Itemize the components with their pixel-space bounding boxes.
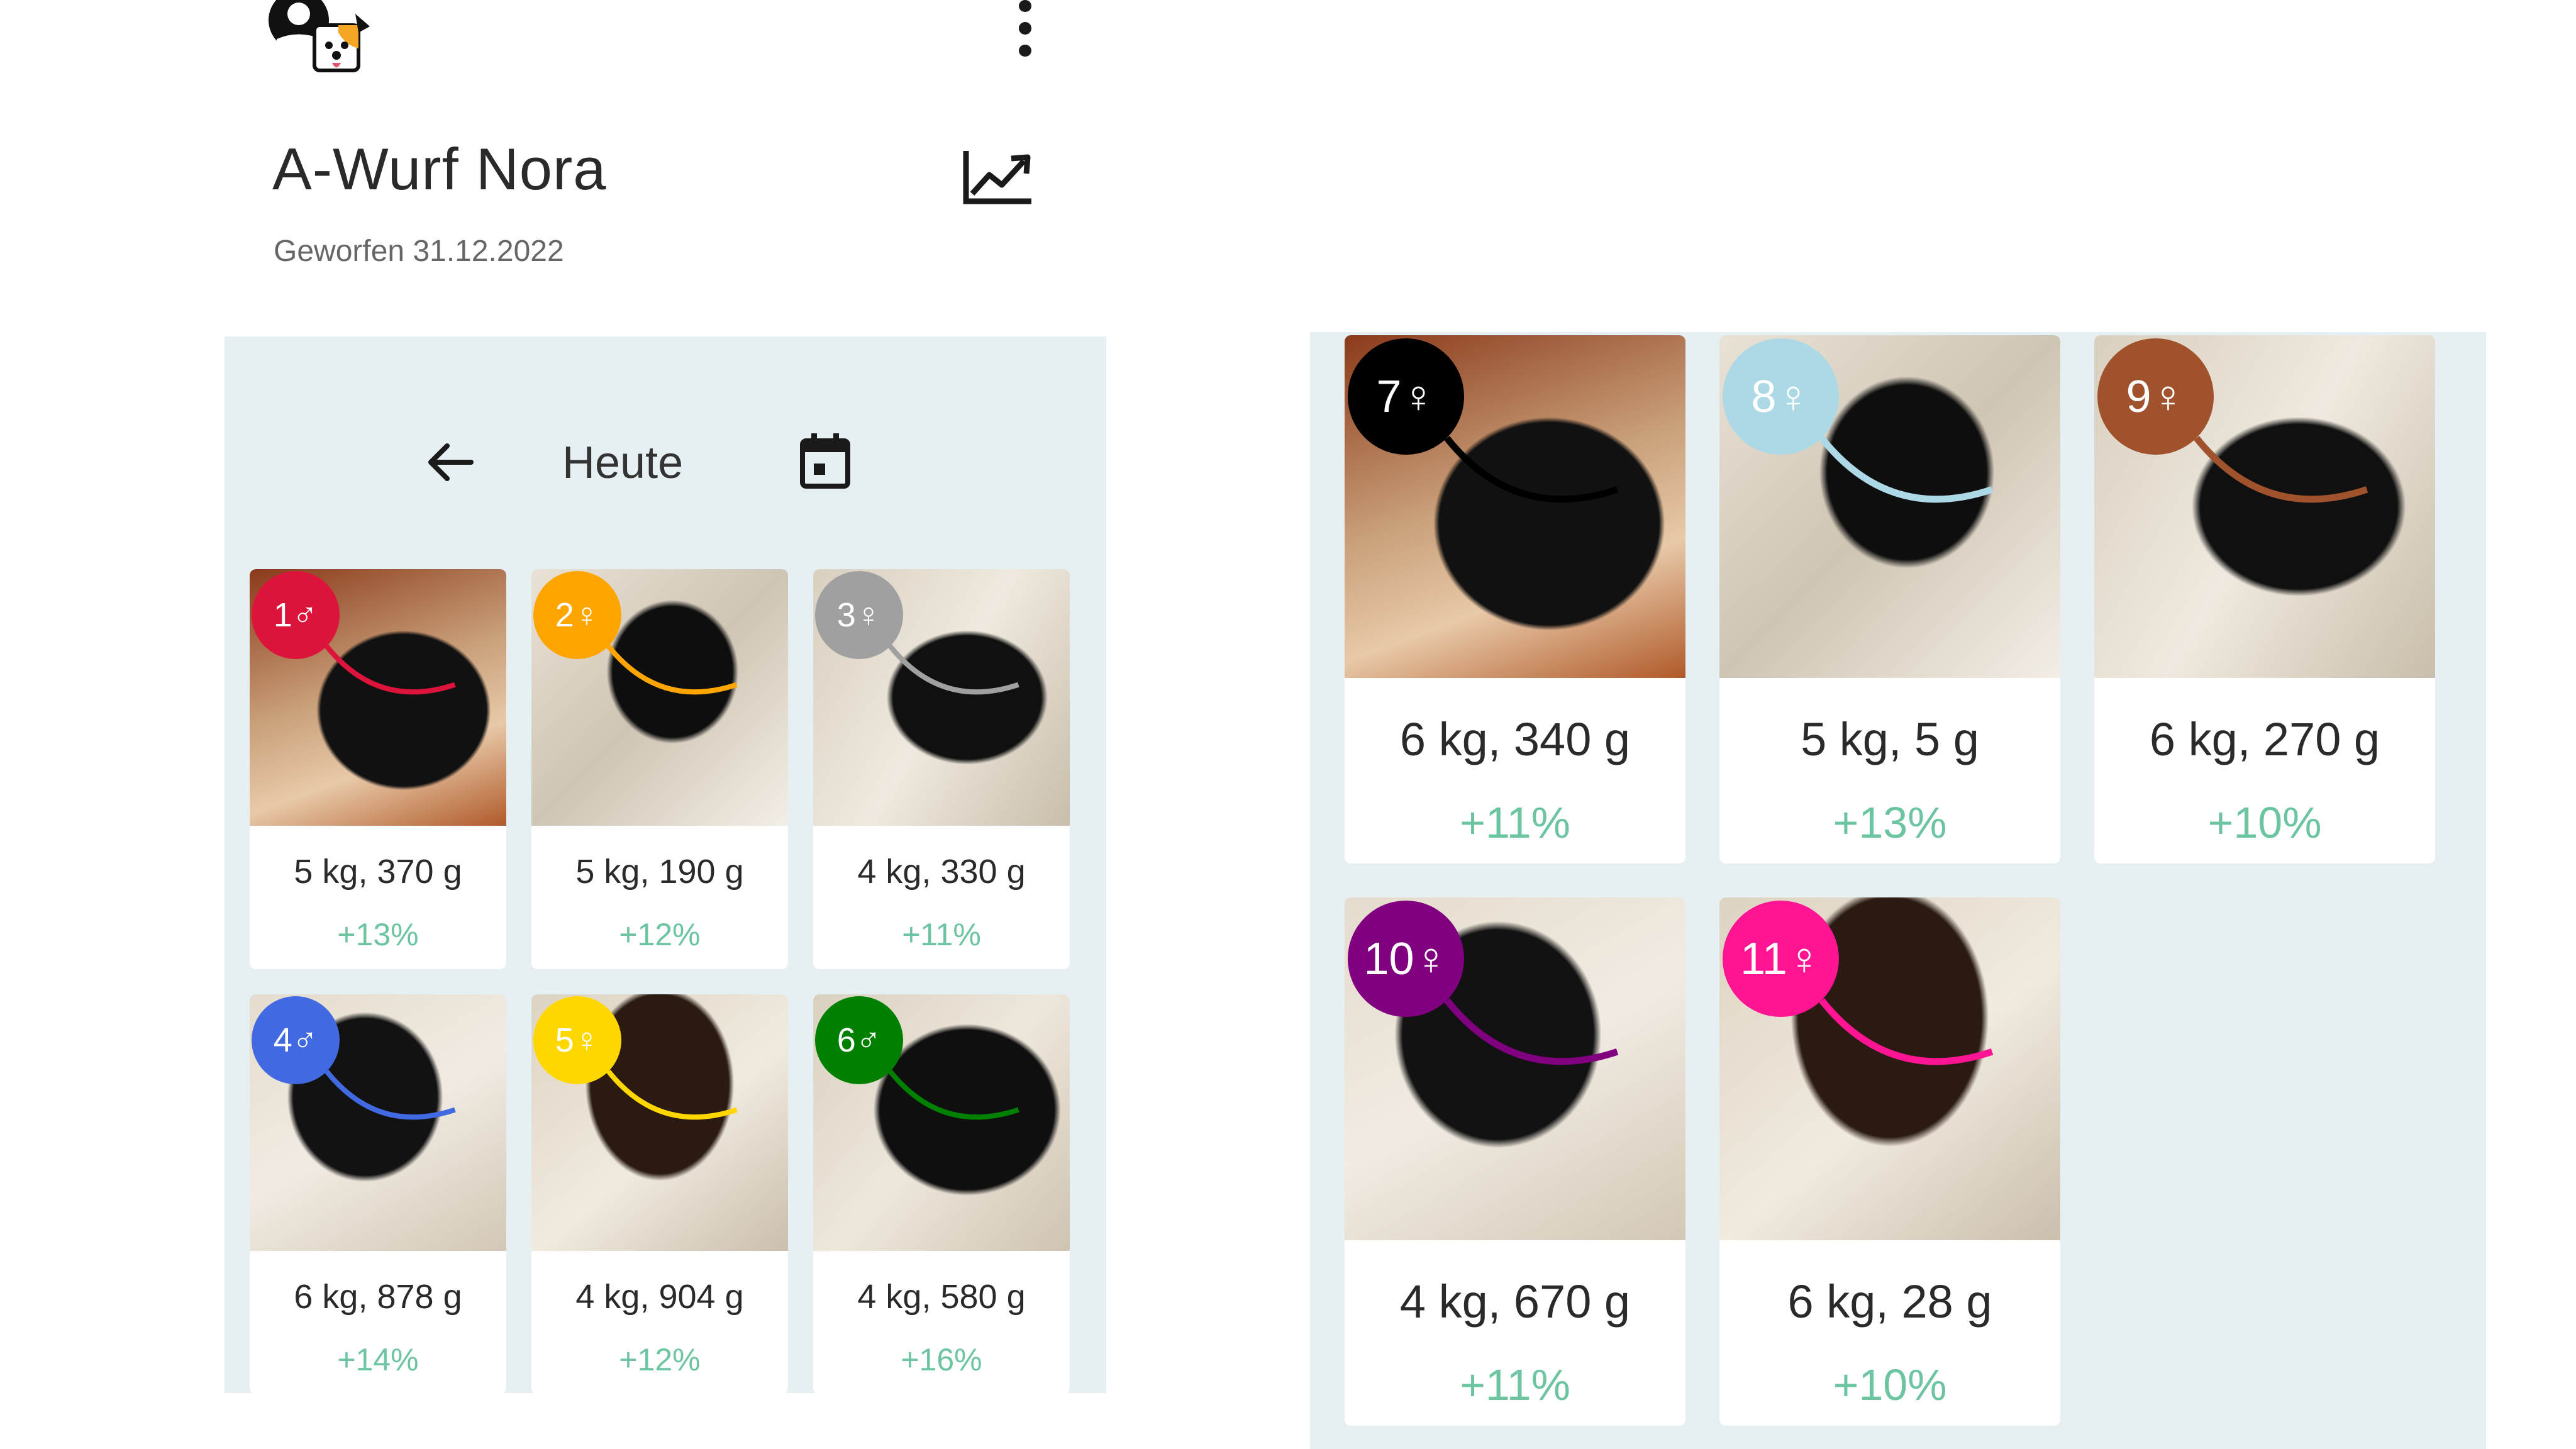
more-vert-icon-dot: [1019, 44, 1031, 57]
statistics-chart-button[interactable]: [961, 146, 1036, 209]
more-vert-icon-dot: [1019, 22, 1031, 35]
weight-change-percent: +10%: [1833, 1360, 1947, 1409]
puppy-number-badge: 10♀: [1348, 901, 1464, 1017]
puppy-number-badge: 6♂: [815, 996, 903, 1084]
calendar-icon: [800, 433, 850, 489]
weight-change-percent: +16%: [901, 1342, 982, 1377]
previous-date-button[interactable]: [419, 431, 482, 494]
puppy-weight: 6 kg, 340 g: [1399, 713, 1631, 765]
puppy-photo: 5♀: [531, 994, 788, 1251]
puppy-card[interactable]: 10♀ 4 kg, 670 g +11%: [1345, 897, 1685, 1426]
puppy-photo: 7♀: [1345, 335, 1685, 678]
puppy-card[interactable]: 1♂ 5 kg, 370 g +13%: [250, 569, 506, 969]
puppy-number-badge: 3♀: [815, 571, 903, 659]
puppy-weight: 6 kg, 270 g: [2149, 713, 2380, 765]
weight-change-percent: +11%: [902, 917, 981, 952]
puppy-number-badge: 11♀: [1723, 901, 1839, 1017]
puppy-photo: 1♂: [250, 569, 506, 826]
puppy-weight: 6 kg, 878 g: [294, 1278, 462, 1316]
weight-change-percent: +11%: [1460, 1360, 1570, 1409]
puppy-number-badge: 2♀: [533, 571, 621, 659]
puppy-weights-panel-expanded: 7♀ 6 kg, 340 g +11% 8♀ 5 kg, 5 g +13% 9♀ 6 kg, …: [1310, 332, 2486, 1449]
puppy-weight: 5 kg, 370 g: [294, 853, 462, 891]
puppy-card[interactable]: 7♀ 6 kg, 340 g +11%: [1345, 335, 1685, 863]
puppy-card[interactable]: 11♀ 6 kg, 28 g +10%: [1719, 897, 2060, 1426]
puppy-number-badge: 1♂: [252, 571, 340, 659]
weight-change-percent: +10%: [2207, 798, 2322, 847]
birth-date-subtitle: Geworfen 31.12.2022: [274, 235, 564, 268]
trending-up-chart-icon: [963, 151, 1031, 204]
page-title: A-Wurf Nora: [272, 136, 607, 202]
puppy-card[interactable]: 6♂ 4 kg, 580 g +16%: [813, 994, 1070, 1394]
puppy-number-badge: 4♂: [252, 996, 340, 1084]
puppy-photo: 3♀: [813, 569, 1070, 826]
puppy-card[interactable]: 9♀ 6 kg, 270 g +10%: [2094, 335, 2435, 863]
dog-avatar-logo: [264, 0, 371, 83]
weight-change-percent: +12%: [619, 917, 701, 952]
puppy-grid-expanded: 7♀ 6 kg, 340 g +11% 8♀ 5 kg, 5 g +13% 9♀ 6 kg, …: [1345, 335, 2435, 1426]
weight-change-percent: +13%: [337, 917, 419, 952]
puppy-card[interactable]: 4♂ 6 kg, 878 g +14%: [250, 994, 506, 1394]
puppy-photo: 10♀: [1345, 897, 1685, 1240]
puppy-number-badge: 7♀: [1348, 338, 1464, 455]
puppy-grid: 1♂ 5 kg, 370 g +13% 2♀ 5 kg, 190 g +12% 3♀ 4 kg…: [250, 569, 1070, 1394]
puppy-card[interactable]: 8♀ 5 kg, 5 g +13%: [1719, 335, 2060, 863]
weight-change-percent: +11%: [1460, 798, 1570, 847]
puppy-photo: 11♀: [1719, 897, 2060, 1240]
weight-change-percent: +12%: [619, 1342, 701, 1377]
puppy-weights-panel: Heute 1♂ 5 kg, 370 g +13% 2♀ 5 kg, 190 g +12%…: [225, 336, 1106, 1394]
weight-change-percent: +14%: [337, 1342, 419, 1377]
puppy-weight: 6 kg, 28 g: [1787, 1275, 1992, 1328]
puppy-weight: 4 kg, 670 g: [1399, 1275, 1631, 1328]
puppy-photo: 4♂: [250, 994, 506, 1251]
puppy-weight: 5 kg, 190 g: [575, 853, 744, 891]
puppy-weight: 4 kg, 904 g: [575, 1278, 744, 1316]
puppy-number-badge: 8♀: [1723, 338, 1839, 455]
date-navigation: Heute: [225, 399, 1106, 525]
puppy-weight: 5 kg, 5 g: [1801, 713, 1979, 765]
puppy-photo: 6♂: [813, 994, 1070, 1251]
puppy-card[interactable]: 2♀ 5 kg, 190 g +12%: [531, 569, 788, 969]
puppy-weight: 4 kg, 580 g: [857, 1278, 1026, 1316]
current-date-label: Heute: [562, 438, 684, 488]
arrow-back-icon: [428, 443, 474, 481]
puppy-weight: 4 kg, 330 g: [857, 853, 1026, 891]
puppy-photo: 8♀: [1719, 335, 2060, 678]
puppy-number-badge: 5♀: [533, 996, 621, 1084]
puppy-card[interactable]: 3♀ 4 kg, 330 g +11%: [813, 569, 1070, 969]
more-vert-icon: [1019, 0, 1031, 13]
calendar-button[interactable]: [794, 430, 857, 492]
puppy-photo: 2♀: [531, 569, 788, 826]
puppy-card[interactable]: 5♀ 4 kg, 904 g +12%: [531, 994, 788, 1394]
more-options-button[interactable]: [1006, 0, 1044, 57]
puppy-number-badge: 9♀: [2097, 338, 2214, 455]
puppy-photo: 9♀: [2094, 335, 2435, 678]
weight-change-percent: +13%: [1833, 798, 1947, 847]
